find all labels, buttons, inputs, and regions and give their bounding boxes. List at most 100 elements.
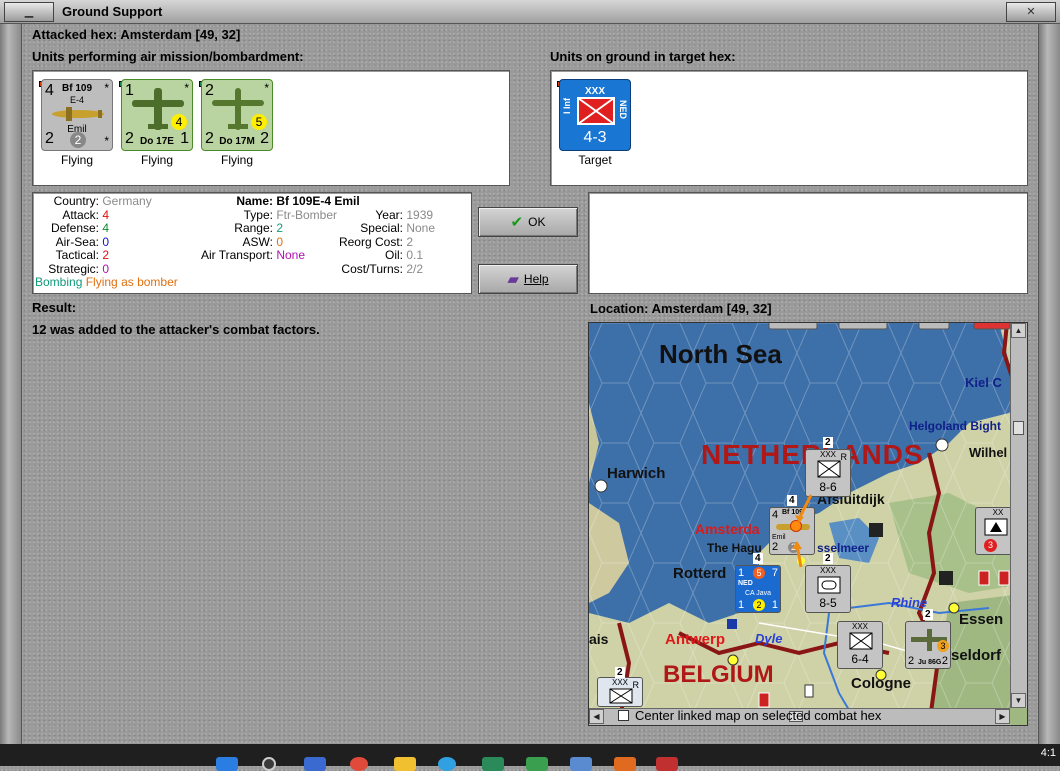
- calculator-icon[interactable]: [570, 757, 592, 771]
- title-bar: ▁ Ground Support ✕: [0, 0, 1060, 24]
- folder-icon[interactable]: [394, 757, 416, 771]
- stat-range: Range: 2: [183, 221, 283, 236]
- unit-caption: Flying: [220, 153, 253, 167]
- stat-value: None: [276, 248, 306, 262]
- calendar-icon[interactable]: [656, 757, 678, 771]
- map-counter-ned-java[interactable]: 1 5 7 NED CA Java 1 2 1: [735, 565, 781, 613]
- result-label: Result:: [32, 300, 77, 315]
- location-label: Location: Amsterdam [49, 32]: [590, 301, 772, 316]
- map-label-rhine: Rhine: [891, 595, 928, 610]
- stat-label: Name:: [236, 194, 273, 208]
- stat-value: 2: [406, 234, 414, 249]
- air-unit-bf109[interactable]: 4 * Bf 109 E-4 Emil 2 2 * Flying: [39, 79, 113, 167]
- ground-units-label: Units on ground in target hex:: [550, 49, 736, 64]
- map-counter-ger-8-6[interactable]: XXX R 8-6: [805, 449, 851, 497]
- counter-attack: 4: [772, 509, 779, 521]
- stat-value: 4: [102, 221, 110, 235]
- stat-tactical: Tactical: 2: [39, 248, 110, 263]
- combat-info-panel: [588, 192, 1028, 294]
- stat-name: Name: Bf 109E-4 Emil: [183, 194, 359, 209]
- unit-size: XXX: [584, 86, 605, 97]
- start-icon[interactable]: [216, 757, 238, 771]
- stat-defense: Defense: 4: [39, 221, 110, 236]
- stat-value: 4: [102, 207, 110, 222]
- air-unit-do17e[interactable]: 1 * 4 2 Do 17E 1 Flying: [119, 79, 193, 167]
- map-label-amsterdam: Amsterda: [695, 521, 760, 537]
- scroll-left-arrow-icon[interactable]: ◀: [589, 709, 604, 724]
- counter-right: 2: [941, 655, 948, 667]
- scroll-thumb[interactable]: [1013, 421, 1024, 435]
- stat-attack: Attack: 4: [39, 207, 110, 223]
- ok-label: OK: [528, 215, 546, 229]
- window-frame-left: [0, 24, 22, 744]
- window-title: Ground Support: [62, 4, 163, 19]
- map-counter-ger-6-4[interactable]: XXX 6-4: [837, 621, 883, 669]
- stat-label: Attack:: [62, 207, 99, 222]
- search-icon[interactable]: [262, 757, 276, 771]
- browser-icon[interactable]: [350, 757, 368, 771]
- stack-count: 2: [823, 437, 833, 448]
- counter-size: XXX: [851, 622, 868, 631]
- unit-range-badge: 2: [70, 132, 86, 148]
- center-linked-checkbox[interactable]: [618, 710, 629, 721]
- unit-counter: XXX I Inf NED 4-3: [559, 79, 631, 151]
- map-label-north-sea: North Sea: [659, 339, 782, 369]
- stat-label: Range:: [234, 221, 273, 235]
- map-counter-ju86[interactable]: 3 2 Ju 86G 2: [905, 621, 951, 669]
- unit-name: Bf 109: [61, 83, 92, 94]
- unit-range: 1: [180, 130, 189, 147]
- location-map[interactable]: North Sea NETHERLANDS BELGIUM Harwich Ki…: [588, 322, 1028, 726]
- counter-tl: 1: [738, 567, 745, 579]
- stat-label: Year:: [375, 207, 403, 222]
- scroll-down-arrow-icon[interactable]: ▼: [1011, 693, 1026, 708]
- result-text: 12 was added to the attacker's combat fa…: [32, 322, 320, 337]
- counter-badge: 3: [937, 640, 949, 652]
- scroll-up-arrow-icon[interactable]: ▲: [1011, 323, 1026, 338]
- ok-button[interactable]: ✔ OK: [478, 207, 578, 237]
- stat-label: Oil:: [385, 248, 403, 262]
- center-linked-option[interactable]: Center linked map on selected combat hex: [618, 708, 881, 723]
- stat-value: 0: [102, 234, 110, 249]
- map-counter-bottom-left[interactable]: XXX R: [597, 677, 643, 707]
- counter-strength: 6-4: [851, 652, 869, 666]
- map-label-helgoland: Helgoland Bight: [909, 419, 1001, 433]
- air-unit-do17m[interactable]: 2 * 5 2 Do 17M 2 Flying: [199, 79, 273, 167]
- ground-unit-target[interactable]: XXX I Inf NED 4-3 Target: [557, 79, 631, 167]
- ground-units-panel: XXX I Inf NED 4-3 Target: [550, 70, 1028, 186]
- stat-label: Type:: [243, 207, 273, 222]
- app-icon[interactable]: [482, 757, 504, 771]
- unit-caption: Flying: [140, 153, 173, 167]
- unit-counter: 2 * 5 2 Do 17M 2: [201, 79, 273, 151]
- map-counter-ger-8-5[interactable]: XXX 8-5: [805, 565, 851, 613]
- app-icon-2[interactable]: [526, 757, 548, 771]
- stat-oil: Oil: 0.1: [323, 248, 424, 263]
- map-label-belgium: BELGIUM: [663, 661, 774, 688]
- stat-label: Country:: [53, 194, 99, 208]
- map-vertical-scrollbar[interactable]: ▲ ▼: [1010, 323, 1027, 708]
- scroll-right-arrow-icon[interactable]: ▶: [995, 709, 1010, 724]
- stat-label: Strategic:: [48, 261, 99, 276]
- plane-icon: [52, 107, 104, 121]
- counter-name: Ju 86G: [918, 659, 942, 666]
- counter-corner: R: [632, 680, 640, 690]
- close-button[interactable]: ✕: [1006, 2, 1056, 22]
- unit-symbol-icon: [984, 518, 1008, 536]
- edge-icon[interactable]: [438, 757, 456, 771]
- minimize-button[interactable]: ▁: [4, 2, 54, 22]
- counter-sub: CA Java: [744, 590, 772, 597]
- map-label-cologne: Cologne: [851, 675, 911, 692]
- unit-counter: 1 * 4 2 Do 17E 1: [121, 79, 193, 151]
- stat-label: Air-Sea:: [55, 234, 99, 249]
- game-icon[interactable]: [614, 757, 636, 771]
- help-button[interactable]: ▰ Help: [478, 264, 578, 294]
- task-view-icon[interactable]: [304, 757, 326, 771]
- stat-value: 0.1: [406, 248, 424, 262]
- counter-badge: 5: [753, 567, 765, 579]
- dialog-content: Attacked hex: Amsterdam [49, 32] Units p…: [22, 24, 1038, 744]
- infantry-symbol-icon: [849, 632, 873, 650]
- stat-value: 2: [102, 248, 110, 262]
- stat-cost: Cost/Turns: 2/2: [323, 262, 423, 277]
- stat-label: Reorg Cost:: [338, 234, 403, 249]
- stat-strategic: Strategic: 0: [39, 261, 109, 277]
- stat-value: 0: [276, 234, 284, 249]
